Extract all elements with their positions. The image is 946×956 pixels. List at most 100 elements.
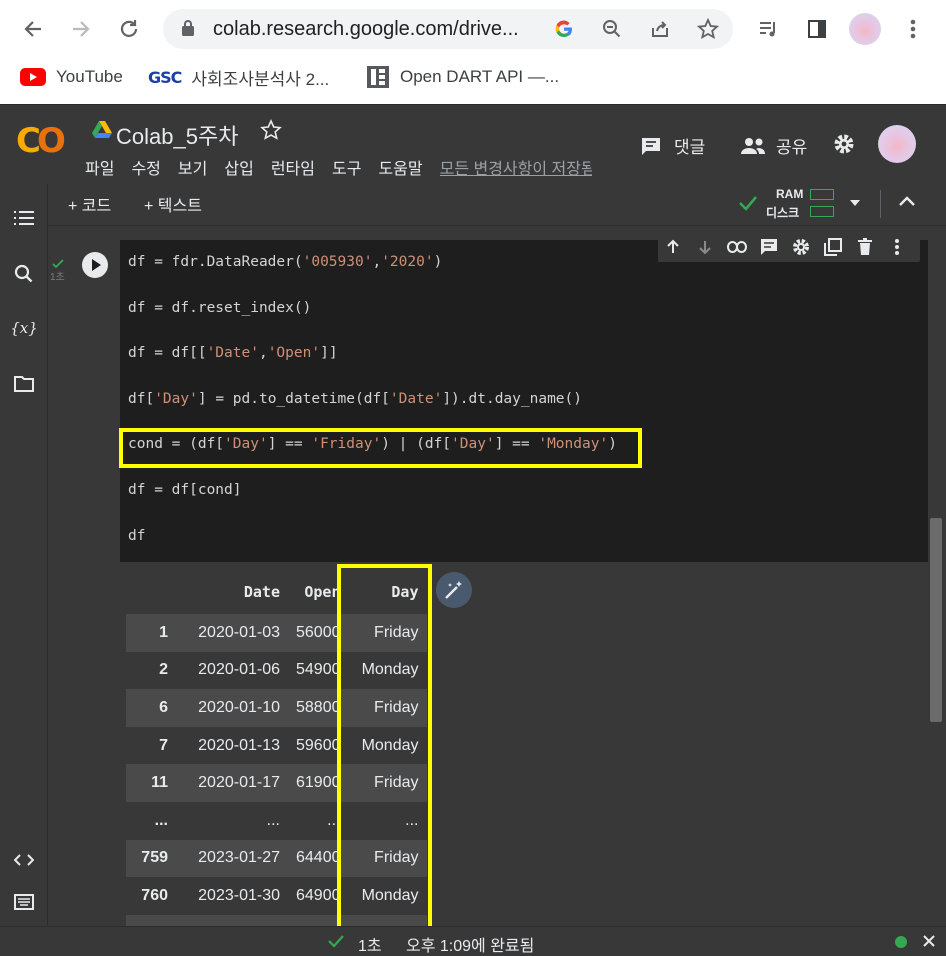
account-avatar[interactable] — [878, 125, 916, 163]
code-cell[interactable]: df = fdr.DataReader('005930','2020') df =… — [72, 232, 928, 562]
people-icon — [741, 137, 765, 154]
move-down-icon[interactable] — [694, 236, 716, 258]
code-line: df = fdr.DataReader('005930','2020') — [128, 254, 442, 270]
gsc-icon: GSC — [148, 67, 182, 87]
menu-edit[interactable]: 수정 — [131, 155, 160, 179]
dart-icon — [366, 65, 390, 89]
cell-output: Date Open Day 1 2020-01-03 56000 Friday 2 202… — [72, 562, 928, 926]
ram-bar — [810, 189, 834, 200]
code-line: df — [128, 528, 145, 544]
code-token: , — [372, 254, 382, 270]
code-string: 'Date' — [206, 345, 259, 362]
col-header-index — [126, 570, 176, 614]
code-token: ]).dt.day_name() — [442, 390, 582, 407]
code-line: df = df[cond] — [128, 482, 242, 498]
back-icon[interactable] — [16, 12, 50, 46]
link-icon[interactable] — [726, 236, 748, 258]
collapse-icon[interactable] — [898, 194, 916, 213]
bookmark-star-icon[interactable] — [695, 16, 721, 42]
code-token: df[ — [128, 390, 155, 407]
side-panel-icon[interactable] — [800, 12, 834, 46]
comment-button[interactable]: 댓글 — [640, 133, 705, 158]
address-bar[interactable]: colab.research.google.com/drive... — [163, 9, 733, 49]
bookmark-youtube[interactable]: YouTube — [20, 64, 123, 90]
search-icon[interactable] — [12, 262, 36, 286]
code-token: df = df[[ — [128, 345, 207, 362]
cell-date: 2020-01-13 — [198, 736, 280, 754]
menu-file[interactable]: 파일 — [85, 155, 114, 179]
code-string: '2020' — [381, 254, 434, 270]
google-icon[interactable] — [551, 16, 577, 42]
highlight-day-column-box — [337, 564, 432, 930]
code-line: df['Day'] = pd.to_datetime(df['Date']).d… — [128, 391, 582, 407]
menu-view[interactable]: 보기 — [178, 155, 207, 179]
settings-icon[interactable] — [833, 133, 855, 160]
share-page-icon[interactable] — [647, 16, 673, 42]
code-string: 'Date' — [389, 390, 443, 407]
bookmark-gsc[interactable]: GSC 사회조사분석사 2... — [148, 64, 329, 90]
variables-icon[interactable]: {x} — [10, 316, 38, 340]
code-line: df = df.reset_index() — [128, 300, 311, 316]
comment-cell-icon[interactable] — [758, 236, 780, 258]
menu-bar: 파일 수정 보기 삽입 런타임 도구 도움말 모든 변경사항이 저장됨 — [85, 155, 592, 179]
star-icon[interactable] — [260, 119, 282, 146]
menu-runtime[interactable]: 런타임 — [271, 155, 315, 179]
code-token: , — [258, 345, 268, 362]
cell-settings-icon[interactable] — [790, 236, 812, 258]
row-index: 760 — [141, 886, 168, 904]
status-duration: 1초 — [358, 938, 382, 955]
run-cell-button[interactable] — [82, 252, 108, 278]
colab-logo: CO — [16, 121, 66, 161]
scrollbar-thumb[interactable] — [930, 518, 942, 722]
row-index: 6 — [126, 689, 176, 727]
profile-avatar[interactable] — [848, 12, 882, 46]
delete-icon[interactable] — [854, 236, 876, 258]
folder-icon[interactable] — [12, 372, 36, 396]
left-sidebar: {x} — [0, 184, 48, 926]
menu-tools[interactable]: 도구 — [332, 155, 361, 179]
connected-check-icon — [738, 194, 758, 217]
menu-insert[interactable]: 삽입 — [224, 155, 253, 179]
row-index: 1 — [126, 614, 176, 652]
status-message: 오후 1:09에 완료됨 — [406, 938, 535, 955]
cell-more-icon[interactable] — [886, 236, 908, 258]
close-status-icon[interactable] — [922, 934, 936, 953]
add-text-button[interactable]: + 텍스트 — [144, 192, 202, 216]
dropdown-arrow-icon[interactable] — [850, 200, 860, 206]
cell-date: 2020-01-03 — [176, 614, 288, 652]
code-snippets-icon[interactable] — [12, 848, 36, 872]
mirror-cell-icon[interactable] — [822, 236, 844, 258]
lock-icon — [182, 20, 194, 36]
forward-icon[interactable] — [64, 12, 98, 46]
notebook-title[interactable]: Colab_5주차 — [116, 119, 238, 151]
cell-date: 2023-01-30 — [198, 886, 280, 904]
menu-help[interactable]: 도움말 — [378, 155, 422, 179]
code-string: 'Day' — [154, 390, 198, 407]
cell-date: 2023-02-03 — [176, 914, 288, 926]
reload-icon[interactable] — [112, 12, 146, 46]
move-up-icon[interactable] — [662, 236, 684, 258]
bookmark-dart[interactable]: Open DART API —... — [366, 64, 559, 90]
cell-date: 2023-01-27 — [176, 839, 288, 878]
zoom-icon[interactable] — [599, 16, 625, 42]
toc-icon[interactable] — [12, 206, 36, 230]
terminal-icon[interactable] — [12, 890, 36, 914]
more-vert-icon[interactable] — [896, 12, 930, 46]
media-icon[interactable] — [752, 12, 786, 46]
colab-header: CO Colab_5주차 파일 수정 보기 삽입 런타임 도구 도움말 모든 변… — [0, 104, 946, 184]
row-index: 759 — [126, 839, 176, 878]
save-status[interactable]: 모든 변경사항이 저장됨 — [440, 155, 592, 179]
drive-icon — [92, 121, 112, 144]
col-header-date: Date — [243, 583, 280, 601]
magic-wand-icon[interactable] — [436, 572, 472, 608]
code-string: 'Open' — [267, 345, 321, 362]
browser-toolbar: colab.research.google.com/drive... YouTu… — [0, 0, 946, 104]
code-token: df = df.reset_index() — [128, 299, 312, 316]
row-index: 764 — [126, 914, 176, 926]
url-text: colab.research.google.com/drive... — [213, 18, 519, 40]
code-token: ]] — [320, 345, 338, 362]
code-token: ] = pd.to_datetime(df[ — [197, 390, 390, 407]
add-code-button[interactable]: + 코드 — [68, 192, 111, 216]
share-button[interactable]: 공유 — [740, 133, 807, 158]
resource-monitor[interactable]: RAM 디스크 — [766, 187, 838, 221]
